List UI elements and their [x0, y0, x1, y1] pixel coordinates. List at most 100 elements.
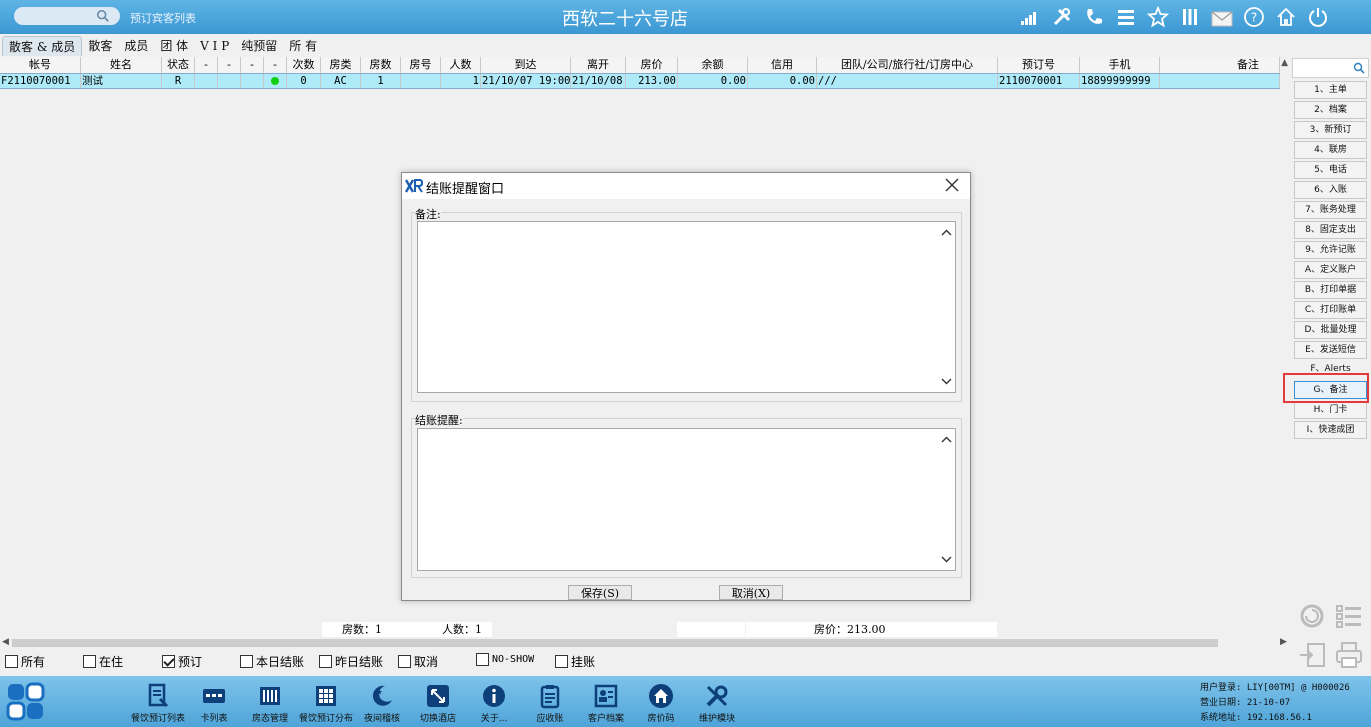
menu-icon[interactable] — [1113, 4, 1139, 30]
checkbox[interactable] — [319, 655, 332, 668]
col-flag-2[interactable]: - — [218, 57, 241, 73]
remark-scrollbar[interactable] — [938, 222, 955, 392]
action-quick-group[interactable]: I、快速成团 — [1294, 421, 1367, 439]
taskbar-customer-profile[interactable]: 客户档案 — [575, 680, 637, 724]
action-main-folio[interactable]: 1、主单 — [1294, 81, 1367, 99]
scroll-right-icon[interactable]: ▶ — [1280, 637, 1287, 647]
action-fixed-charges[interactable]: 8、固定支出 — [1294, 221, 1367, 239]
action-phone[interactable]: 5、电话 — [1294, 161, 1367, 179]
export-icon[interactable] — [1298, 640, 1328, 670]
signal-icon[interactable] — [1017, 4, 1043, 30]
action-profile[interactable]: 2、档案 — [1294, 101, 1367, 119]
phone-icon[interactable] — [1081, 4, 1107, 30]
checkbox[interactable] — [5, 655, 18, 668]
col-booking-no[interactable]: 预订号 — [998, 57, 1080, 73]
tab-vip[interactable]: V I P — [194, 36, 235, 56]
remind-textarea[interactable] — [417, 428, 956, 571]
filter-no-show[interactable]: NO-SHOW — [476, 653, 534, 666]
tab-group[interactable]: 团 体 — [154, 36, 194, 56]
power-icon[interactable] — [1305, 4, 1331, 30]
action-print-bill[interactable]: C、打印账单 — [1294, 301, 1367, 319]
col-name[interactable]: 姓名 — [81, 57, 162, 73]
action-new-booking[interactable]: 3、新预订 — [1294, 121, 1367, 139]
app-logo-icon[interactable] — [6, 682, 46, 722]
checkbox[interactable] — [476, 653, 489, 666]
grid-scroll-up-icon[interactable]: ▲ — [1281, 58, 1288, 68]
action-print-slip[interactable]: B、打印单据 — [1294, 281, 1367, 299]
col-flag-4[interactable]: - — [264, 57, 287, 73]
filter-in-house[interactable]: 在住 — [83, 653, 123, 670]
horizontal-scrollbar[interactable]: ◀ ▶ — [0, 637, 1290, 648]
col-flag-3[interactable]: - — [241, 57, 264, 73]
tab-fit-members[interactable]: 散客 & 成员 — [2, 36, 83, 56]
star-icon[interactable] — [1145, 4, 1171, 30]
scroll-up-icon[interactable] — [941, 435, 952, 445]
checkbox-checked[interactable] — [162, 655, 175, 668]
action-batch[interactable]: D、批量处理 — [1294, 321, 1367, 339]
taskbar-rate-code[interactable]: 房价码 — [630, 680, 692, 724]
action-account-handling[interactable]: 7、账务处理 — [1294, 201, 1367, 219]
filter-checkout-yesterday[interactable]: 昨日结账 — [319, 653, 383, 670]
tab-members[interactable]: 成员 — [118, 36, 154, 56]
scroll-down-icon[interactable] — [941, 376, 952, 386]
action-define-account[interactable]: A、定义账户 — [1294, 261, 1367, 279]
checkbox[interactable] — [555, 655, 568, 668]
filter-reserved[interactable]: 预订 — [162, 653, 202, 670]
action-send-sms[interactable]: E、发送短信 — [1294, 341, 1367, 359]
tab-reserve-only[interactable]: 纯预留 — [235, 36, 283, 56]
checkbox[interactable] — [83, 655, 96, 668]
taskbar-switch-hotel[interactable]: 切换酒店 — [407, 680, 469, 724]
close-icon[interactable] — [944, 177, 960, 193]
tab-all[interactable]: 所 有 — [283, 36, 323, 56]
taskbar-card-list[interactable]: 卡列表 — [183, 680, 245, 724]
checkbox[interactable] — [240, 655, 253, 668]
action-search-input[interactable] — [1292, 58, 1369, 78]
action-link-rooms[interactable]: 4、联房 — [1294, 141, 1367, 159]
taskbar-room-status[interactable]: 房态管理 — [239, 680, 301, 724]
col-company[interactable]: 团队/公司/旅行社/订房中心 — [817, 57, 998, 73]
taskbar-dining-distribution[interactable]: 餐饮预订分布 — [295, 680, 357, 724]
tools-icon[interactable] — [1049, 4, 1075, 30]
col-people[interactable]: 人数 — [441, 57, 481, 73]
col-room-count[interactable]: 房数 — [361, 57, 401, 73]
taskbar-maintenance[interactable]: 维护模块 — [686, 680, 748, 724]
remind-scrollbar[interactable] — [938, 429, 955, 570]
save-button[interactable]: 保存(S) — [568, 585, 632, 600]
col-rate[interactable]: 房价 — [626, 57, 678, 73]
col-arrival[interactable]: 到达 — [481, 57, 571, 73]
print-icon[interactable] — [1334, 640, 1364, 670]
col-room-type[interactable]: 房类 — [321, 57, 361, 73]
remark-textarea[interactable] — [417, 221, 956, 393]
col-mobile[interactable]: 手机 — [1080, 57, 1160, 73]
col-balance[interactable]: 余额 — [678, 57, 748, 73]
list-icon[interactable] — [1334, 602, 1364, 632]
filter-on-account[interactable]: 挂账 — [555, 653, 595, 670]
taskbar-dining-booking-list[interactable]: 餐饮预订列表 — [127, 680, 189, 724]
checkbox[interactable] — [398, 655, 411, 668]
scroll-down-icon[interactable] — [941, 554, 952, 564]
col-status[interactable]: 状态 — [162, 57, 195, 73]
filter-cancelled[interactable]: 取消 — [398, 653, 438, 670]
col-times[interactable]: 次数 — [287, 57, 321, 73]
mail-icon[interactable] — [1209, 4, 1235, 30]
col-departure[interactable]: 离开 — [571, 57, 626, 73]
taskbar-receivables[interactable]: 应收账 — [519, 680, 581, 724]
col-account[interactable]: 帐号 — [0, 57, 81, 73]
global-search[interactable] — [14, 7, 120, 25]
taskbar-about[interactable]: 关于... — [463, 680, 525, 724]
scroll-left-icon[interactable]: ◀ — [2, 637, 9, 647]
col-remark[interactable]: 备注 — [1160, 57, 1280, 73]
col-room-no[interactable]: 房号 — [401, 57, 441, 73]
table-row[interactable]: F2110070001 测试 R 0 AC 1 1 21/10/07 19:00… — [0, 73, 1280, 89]
action-post-charge[interactable]: 6、入账 — [1294, 181, 1367, 199]
refresh-search-icon[interactable] — [1298, 602, 1328, 632]
columns-icon[interactable] — [1177, 4, 1203, 30]
scroll-up-icon[interactable] — [941, 228, 952, 238]
taskbar-night-audit[interactable]: 夜间稽核 — [351, 680, 413, 724]
action-door-card[interactable]: H、门卡 — [1294, 401, 1367, 419]
filter-checkout-today[interactable]: 本日结账 — [240, 653, 304, 670]
action-allow-charge[interactable]: 9、允许记账 — [1294, 241, 1367, 259]
filter-all[interactable]: 所有 — [5, 653, 45, 670]
scroll-thumb[interactable] — [12, 639, 1218, 647]
cancel-button[interactable]: 取消(X) — [719, 585, 783, 600]
